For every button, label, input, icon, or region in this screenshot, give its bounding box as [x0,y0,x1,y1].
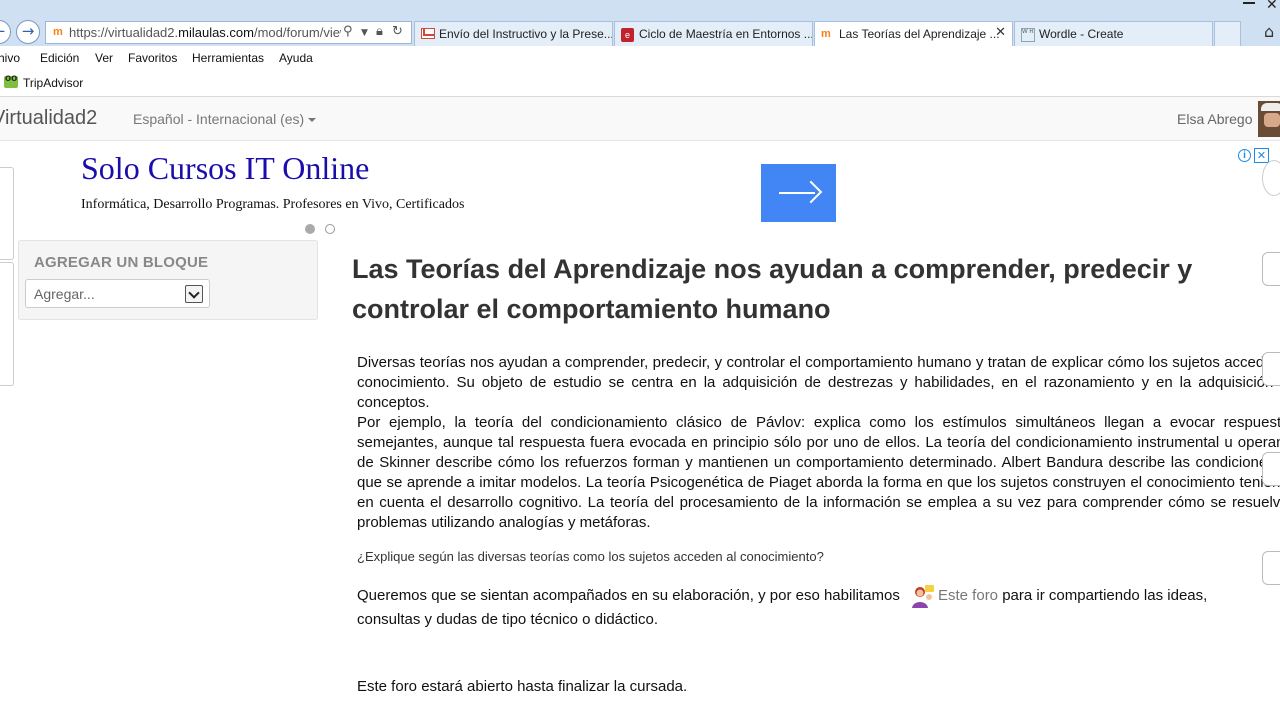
menu-ver[interactable]: Ver [95,51,113,65]
language-menu[interactable]: Español - Internacional (es) [133,111,317,127]
carousel-dot-1[interactable] [305,224,315,234]
tab-wordle[interactable]: W R D L Wordle - Create [1014,21,1213,46]
paragraph-1: Diversas teorías nos ayudan a comprender… [357,354,1280,411]
menu-edicion[interactable]: Edición [40,51,79,65]
carousel-dot-2[interactable] [325,224,335,234]
close-window-icon[interactable]: ✕ [1266,0,1278,13]
ad-close-icon[interactable]: ✕ [1254,148,1269,163]
menu-favoritos[interactable]: Favoritos [128,51,177,65]
language-label: Español - Internacional (es) [133,111,305,127]
intro-text: Diversas teorías nos ayudan a comprender… [357,353,1280,533]
side-tool-edge[interactable] [1262,252,1280,286]
side-tool-edge[interactable] [1262,452,1280,486]
side-tool-edge[interactable] [1262,551,1280,585]
favorites-bar: TripAdvisor [0,70,1280,97]
side-tool-edge[interactable] [1262,352,1280,386]
side-tool-edge[interactable] [1262,160,1280,196]
ad-arrow-button[interactable] [761,164,836,222]
question-text: ¿Explique según las diversas teorías com… [357,549,824,564]
search-icon[interactable]: ⚲ [343,24,353,39]
red-doc-icon: e [621,28,634,42]
address-url[interactable]: https://virtualidad2.milaulas.com/mod/fo… [69,25,341,40]
menu-archivo[interactable]: hivo [0,51,20,65]
arrow-head [799,180,823,204]
site-navbar: Virtualidad2 Español - Internacional (es… [0,97,1280,141]
select-value: Agregar... [34,286,95,302]
back-button[interactable]: ← [0,20,11,44]
close-tab-icon[interactable]: ✕ [995,25,1006,40]
menu-ayuda[interactable]: Ayuda [279,51,313,65]
tab-gmail[interactable]: Envío del Instructivo y la Prese... [414,21,613,46]
closing-text: Este foro estará abierto hasta finalizar… [357,678,688,695]
forum-text-after: para ir compartiendo las ideas, [998,587,1208,604]
forum-text-before: Queremos que se sientan acompañados en s… [357,587,900,604]
forum-invitation: Queremos que se sientan acompañados en s… [357,583,1280,609]
user-name[interactable]: Elsa Abrego [1177,111,1253,127]
browser-titlebar: ← → m https://virtualidad2.milaulas.com/… [0,0,1280,46]
side-panel-edge [0,167,14,260]
side-panel-edge [0,262,14,386]
ad-description[interactable]: Informática, Desarrollo Programas. Profe… [81,197,464,213]
ad-info-icon[interactable]: i [1238,149,1251,162]
add-block-panel: AGREGAR UN BLOQUE Agregar... [18,240,318,320]
caret-down-icon [308,118,317,123]
lock-icon[interactable]: 🔒︎ [376,24,383,39]
minimize-icon[interactable] [1243,0,1255,4]
block-title: AGREGAR UN BLOQUE [34,254,209,271]
tab-teorias-aprendizaje[interactable]: m Las Teorías del Aprendizaje ... ✕ [814,21,1013,46]
tab-label: Wordle - Create [1039,27,1124,41]
tab-label: Las Teorías del Aprendizaje ... [839,27,1000,41]
add-block-select[interactable]: Agregar... [25,279,210,308]
paragraph-2: Por ejemplo, la teoría del condicionamie… [357,414,1280,531]
avatar[interactable] [1258,101,1280,137]
tab-label: Ciclo de Maestría en Entornos ... [639,27,813,41]
dropdown-icon[interactable]: ▼ [361,28,368,38]
refresh-icon[interactable]: ↻ [392,24,403,39]
forum-text-line2: consultas y dudas de tipo técnico o didá… [357,611,659,628]
tripadvisor-icon [4,73,18,88]
tab-label: Envío del Instructivo y la Prese... [439,27,613,41]
forum-link[interactable]: Este foro [938,587,998,604]
page-title: Las Teorías del Aprendizaje nos ayudan a… [352,254,1193,324]
tab-ciclo-maestria[interactable]: e Ciclo de Maestría en Entornos ... [614,21,813,46]
favorite-tripadvisor[interactable]: TripAdvisor [23,76,83,90]
gmail-icon [421,28,435,39]
site-brand[interactable]: Virtualidad2 [0,107,97,130]
moodle-icon: m [53,26,63,38]
menu-herramientas[interactable]: Herramientas [192,51,264,65]
address-bar[interactable]: m https://virtualidad2.milaulas.com/mod/… [45,21,412,44]
new-tab-button[interactable] [1214,21,1241,46]
home-icon[interactable]: ⌂ [1264,22,1274,41]
chevron-down-icon[interactable] [185,285,203,303]
menu-bar: hivo Edición Ver Favoritos Herramientas … [0,46,1280,70]
wordle-icon: W R D L [1021,28,1035,42]
forward-button[interactable]: → [16,20,40,44]
ad-title[interactable]: Solo Cursos IT Online [81,150,369,187]
forum-people-icon [910,583,936,609]
moodle-icon: m [821,28,831,40]
